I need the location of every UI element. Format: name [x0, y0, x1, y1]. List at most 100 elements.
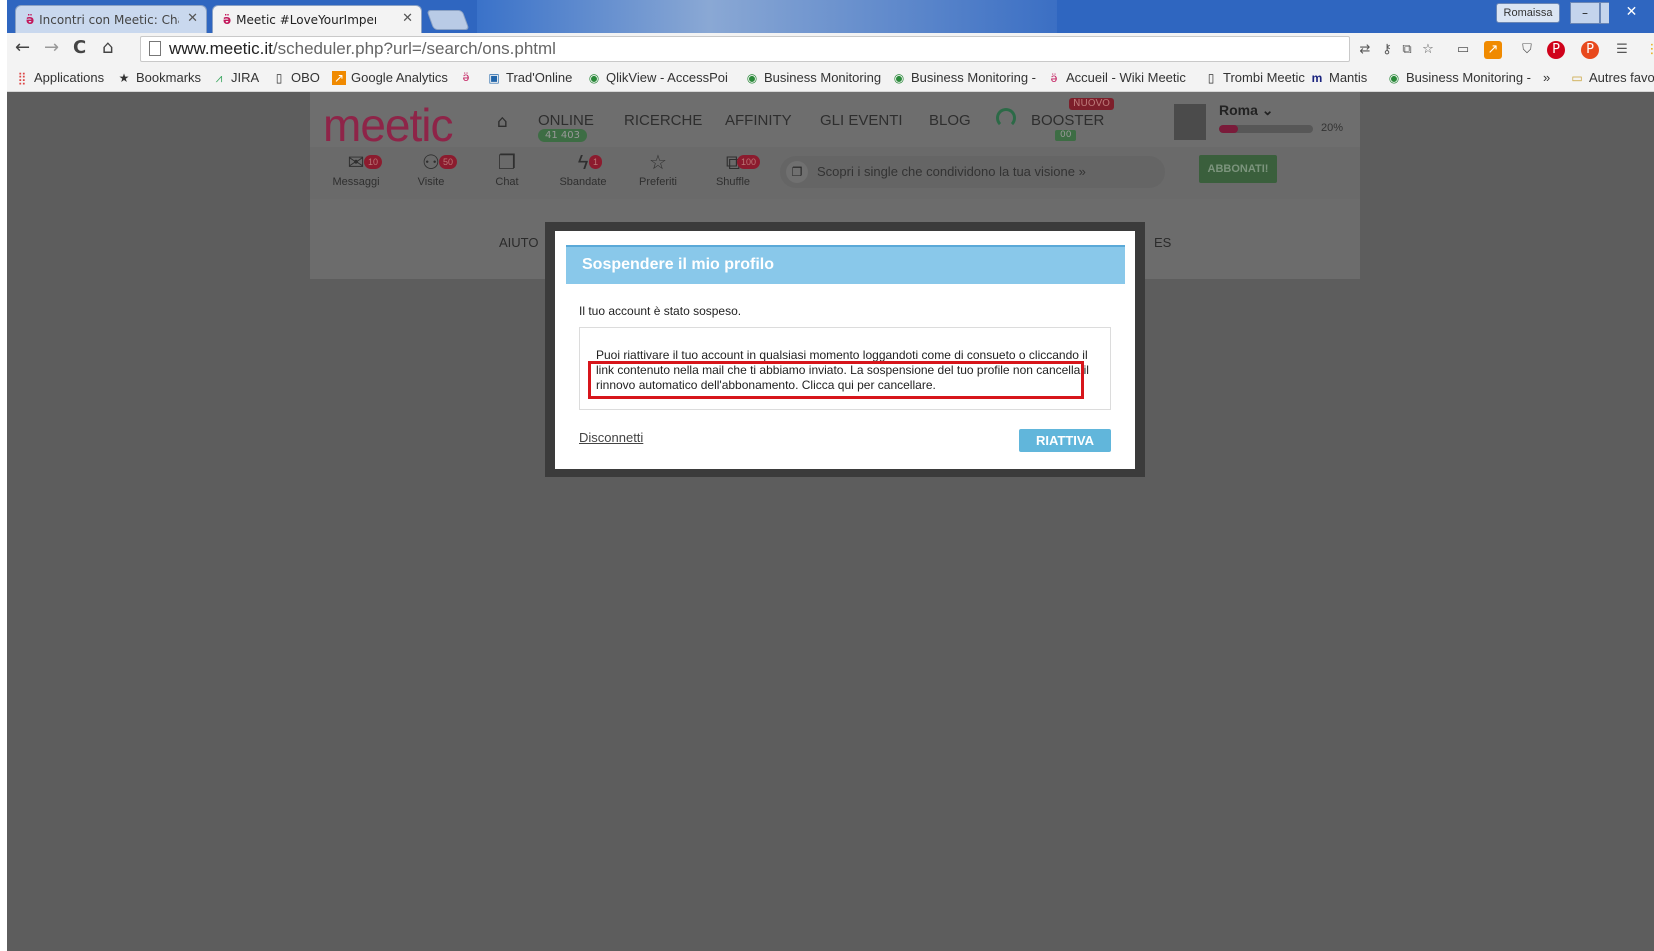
reload-icon[interactable]: C	[73, 37, 86, 58]
nav-blog[interactable]: BLOG	[929, 112, 971, 129]
close-window-button[interactable]: ✕	[1609, 2, 1654, 24]
suspend-profile-dialog: Sospendere il mio profilo Il tuo account…	[555, 231, 1135, 469]
city-selector[interactable]: Roma ⌄	[1219, 102, 1274, 119]
page-icon	[149, 41, 161, 56]
bookmark-meetic[interactable]: ӛ	[459, 70, 478, 84]
new-tab-button[interactable]	[426, 10, 470, 30]
reactivate-button[interactable]: RIATTIVA	[1019, 429, 1111, 452]
back-icon[interactable]: ←	[15, 37, 30, 58]
progress-percent: 20%	[1321, 122, 1344, 134]
apps-icon: ⣿	[17, 70, 27, 85]
qlik-icon: ◉	[588, 70, 600, 85]
close-tab-icon[interactable]: ✕	[187, 11, 198, 26]
quick-label: Visite	[417, 176, 445, 188]
title-glow	[477, 0, 1057, 33]
bookmark-jira[interactable]: ⩘ JIRA	[212, 70, 260, 85]
bookmark-label: Autres favo	[1589, 70, 1654, 85]
bookmark-mantis[interactable]: m Mantis	[1310, 70, 1368, 85]
quick-preferiti[interactable]: ☆ Preferiti	[628, 150, 688, 188]
profile-progress-fill	[1219, 125, 1238, 133]
bookmark-business-monitoring-1[interactable]: ◉ Business Monitoring	[745, 70, 881, 85]
tab-title: Meetic #LoveYourImperfe	[236, 12, 377, 27]
count-badge: 50	[439, 155, 458, 169]
profile-progress	[1219, 125, 1313, 133]
nav-booster[interactable]: BOOSTER	[1031, 112, 1104, 129]
quick-label: Preferiti	[639, 176, 677, 188]
window-edge	[0, 0, 7, 951]
online-count-badge: 41 403	[538, 129, 587, 142]
meetic-logo[interactable]: meetic	[323, 102, 453, 148]
bookmark-google-analytics[interactable]: ↗ Google Analytics	[332, 70, 448, 85]
home-icon[interactable]: ⌂	[102, 37, 113, 58]
minimize-button[interactable]: –	[1570, 2, 1600, 24]
analytics-ext-icon[interactable]: ↗	[1484, 41, 1502, 59]
tab-meetic[interactable]: ӛ Meetic #LoveYourImperfe ✕	[212, 5, 422, 33]
bookmark-other-folder[interactable]: ▭ Autres favo	[1570, 70, 1654, 85]
bookmark-applications[interactable]: ⣿ Applications	[15, 70, 105, 85]
help-link[interactable]: AIUTO	[499, 235, 539, 250]
browser-window: ӛ Incontri con Meetic: Chat ✕ ӛ Meetic #…	[0, 0, 1654, 951]
disconnect-link[interactable]: Disconnetti	[579, 430, 643, 445]
nav-ricerche[interactable]: RICERCHE	[624, 112, 702, 129]
quick-label: Messaggi	[332, 176, 380, 188]
booster-icon	[996, 108, 1016, 128]
quick-label: Shuffle	[715, 176, 751, 188]
nav-affinity[interactable]: AFFINITY	[725, 112, 792, 129]
shield-icon[interactable]: ⛉	[1518, 41, 1536, 59]
key-icon[interactable]: ⚷	[1378, 41, 1396, 59]
reader-icon[interactable]: ☰	[1613, 41, 1631, 59]
bookmark-label: Business Monitoring -	[1406, 70, 1531, 85]
booster-badge: 00	[1055, 130, 1077, 141]
meetic-tab-icon: ӛ	[26, 12, 35, 27]
bookmark-qlikview[interactable]: ◉ QlikView - AccessPoi	[587, 70, 728, 85]
footer-link-right[interactable]: ES	[1154, 235, 1171, 250]
translate-icon[interactable]: ⇄	[1356, 41, 1374, 59]
tab-incontri[interactable]: ӛ Incontri con Meetic: Chat ✕	[15, 5, 207, 33]
close-tab-icon[interactable]: ✕	[402, 11, 413, 26]
subscribe-button[interactable]: ABBONATI!	[1199, 155, 1277, 183]
bookmark-trombi-meetic[interactable]: ▯ Trombi Meetic	[1204, 70, 1305, 85]
pinterest-icon[interactable]: P	[1547, 41, 1565, 59]
extension-icon[interactable]: ⧉	[1398, 41, 1416, 59]
profile-chip[interactable]: Romaissa	[1496, 3, 1560, 23]
meetic-icon: ӛ	[1050, 70, 1058, 85]
bookmark-label: Google Analytics	[351, 70, 448, 85]
bookmark-wiki-meetic[interactable]: ӛ Accueil - Wiki Meetic	[1047, 70, 1186, 85]
highlight-annotation	[588, 361, 1084, 399]
quick-shuffle[interactable]: ⧉ 100 Shuffle	[703, 150, 763, 188]
bookmark-bookmarks[interactable]: ★ Bookmarks	[117, 70, 201, 85]
cast-icon[interactable]: ▭	[1454, 41, 1472, 59]
bookmark-label: Bookmarks	[136, 70, 202, 85]
home-nav-icon[interactable]: ⌂	[497, 112, 508, 132]
count-badge: 1	[589, 155, 603, 169]
quick-chat[interactable]: ❐ Chat	[477, 150, 537, 188]
folder-icon: ▭	[1571, 70, 1583, 85]
meetic-icon: ӛ	[462, 70, 470, 84]
bookmark-obo[interactable]: ▯ OBO	[272, 70, 320, 85]
menu-icon[interactable]: ⋮	[1643, 41, 1654, 59]
forward-icon[interactable]: →	[44, 37, 59, 58]
p-extension-icon[interactable]: P	[1581, 41, 1599, 59]
bookmarks-overflow-button[interactable]: »	[1543, 70, 1550, 85]
quick-sbandate[interactable]: ϟ 1 Sbandate	[553, 150, 613, 188]
address-bar[interactable]: www.meetic.it/scheduler.php?url=/search/…	[140, 36, 1350, 62]
count-badge: 100	[737, 155, 761, 169]
bookmark-trad-online[interactable]: ▣ Trad'Online	[487, 70, 572, 85]
mantis-icon: m	[1311, 70, 1323, 85]
page-icon: ▯	[275, 70, 283, 85]
bookmark-business-monitoring-3[interactable]: ◉ Business Monitoring -	[1387, 70, 1531, 85]
bookmark-label: OBO	[291, 70, 320, 85]
bookmark-star-icon[interactable]: ☆	[1419, 41, 1437, 59]
quick-visite[interactable]: ⚇ 50 Visite	[401, 150, 461, 188]
nav-eventi[interactable]: GLI EVENTI	[820, 112, 903, 129]
tab-title: Incontri con Meetic: Chat	[39, 12, 180, 27]
bookmark-label: Trad'Online	[506, 70, 573, 85]
nav-online[interactable]: ONLINE	[538, 112, 594, 129]
discover-banner[interactable]: ❐ Scopri i single che condividono la tua …	[780, 156, 1165, 188]
bookmark-business-monitoring-2[interactable]: ◉ Business Monitoring -	[892, 70, 1036, 85]
avatar[interactable]	[1174, 104, 1206, 140]
new-badge: NUOVO	[1069, 98, 1115, 110]
jira-icon: ⩘	[215, 70, 223, 85]
quick-messaggi[interactable]: ✉ 10 Messaggi	[326, 150, 386, 188]
dialog-title: Sospendere il mio profilo	[582, 256, 775, 273]
